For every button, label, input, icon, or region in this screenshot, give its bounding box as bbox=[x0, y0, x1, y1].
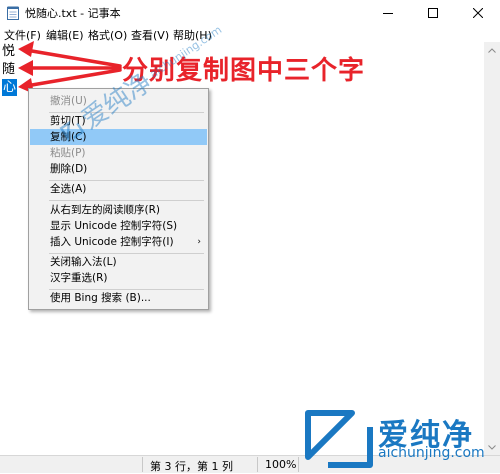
ctx-rtl-reading[interactable]: 从右到左的阅读顺序(R) bbox=[30, 202, 207, 218]
menu-format[interactable]: 格式(O) bbox=[88, 27, 127, 43]
menu-bar: 文件(F) 编辑(E) 格式(O) 查看(V) 帮助(H) bbox=[0, 25, 500, 42]
maximize-icon bbox=[427, 7, 438, 18]
window-title: 悦随心.txt - 记事本 bbox=[25, 7, 121, 20]
status-divider bbox=[142, 457, 143, 472]
ctx-copy[interactable]: 复制(C) bbox=[30, 129, 207, 145]
close-icon bbox=[472, 7, 483, 18]
ctx-paste[interactable]: 粘贴(P) bbox=[30, 145, 207, 161]
notepad-icon bbox=[7, 6, 19, 20]
menu-file[interactable]: 文件(F) bbox=[4, 27, 41, 43]
status-divider bbox=[257, 457, 258, 472]
ctx-separator bbox=[49, 200, 204, 201]
ctx-select-all[interactable]: 全选(A) bbox=[30, 181, 207, 197]
editor-line-1[interactable]: 悦 bbox=[2, 43, 15, 60]
ctx-reconversion[interactable]: 汉字重选(R) bbox=[30, 270, 207, 286]
minimize-button[interactable] bbox=[365, 0, 410, 25]
status-divider bbox=[298, 457, 299, 472]
menu-view[interactable]: 查看(V) bbox=[131, 27, 169, 43]
ctx-show-unicode[interactable]: 显示 Unicode 控制字符(S) bbox=[30, 218, 207, 234]
editor-line-2[interactable]: 随 bbox=[2, 61, 15, 78]
menu-edit[interactable]: 编辑(E) bbox=[46, 27, 84, 43]
editor-line-3-selected[interactable]: 心 bbox=[2, 79, 18, 96]
watermark-url-large: aichunjing.com bbox=[378, 445, 485, 461]
chevron-up-icon bbox=[488, 47, 496, 53]
ctx-insert-unicode[interactable]: 插入 Unicode 控制字符(I) › bbox=[30, 234, 207, 250]
minimize-icon bbox=[382, 12, 393, 14]
chevron-right-icon: › bbox=[197, 237, 201, 247]
title-bar: 悦随心.txt - 记事本 bbox=[0, 0, 500, 25]
zoom-level: 100% bbox=[265, 458, 297, 471]
scroll-up-button[interactable] bbox=[484, 42, 500, 58]
maximize-button[interactable] bbox=[410, 0, 455, 25]
vertical-scrollbar[interactable] bbox=[484, 42, 500, 455]
ctx-bing-search[interactable]: 使用 Bing 搜索 (B)... bbox=[30, 290, 207, 306]
close-button[interactable] bbox=[455, 0, 500, 25]
ctx-close-ime[interactable]: 关闭输入法(L) bbox=[30, 254, 207, 270]
ctx-delete[interactable]: 删除(D) bbox=[30, 161, 207, 177]
notepad-window: 悦随心.txt - 记事本 文件(F) 编辑(E) 格式(O) 查看(V) 帮助… bbox=[0, 0, 500, 473]
